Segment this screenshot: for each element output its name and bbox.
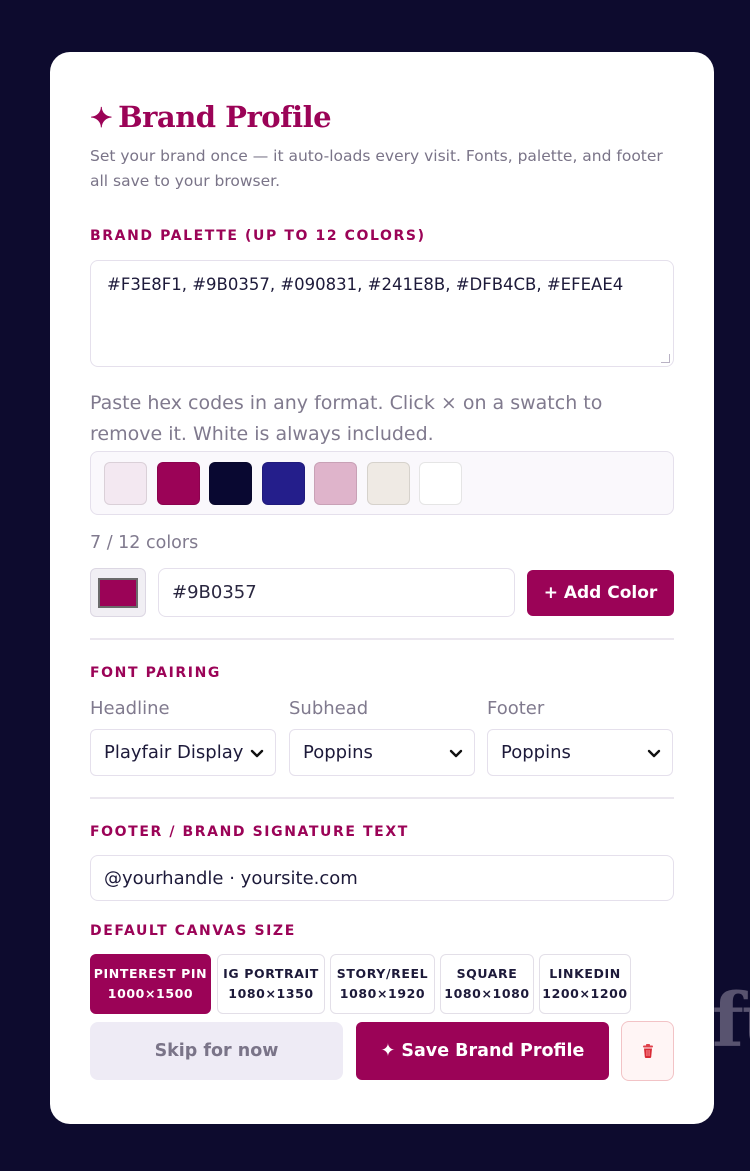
headline-font-value: Playfair Display	[104, 742, 244, 763]
canvas-size-option[interactable]: PINTEREST PIN 1000×1500	[90, 954, 211, 1014]
chevron-down-icon	[250, 749, 264, 757]
sparkle-icon: ✦	[90, 103, 113, 134]
canvas-size-option[interactable]: STORY/REEL 1080×1920	[330, 954, 435, 1014]
canvas-size-dimensions: 1080×1080	[444, 986, 530, 1001]
page-description: Set your brand once — it auto-loads ever…	[90, 147, 663, 190]
chevron-down-icon	[647, 749, 661, 757]
canvas-size-name: LINKEDIN	[549, 966, 621, 981]
subhead-font-value: Poppins	[303, 742, 373, 763]
resize-handle-icon[interactable]	[661, 354, 670, 363]
canvas-size-name: STORY/REEL	[336, 966, 429, 981]
page-title: ✦ Brand Profile	[90, 100, 332, 134]
canvas-size-dimensions: 1200×1200	[542, 986, 628, 1001]
subhead-font-select[interactable]: Poppins	[289, 729, 475, 776]
font-section-label: FONT PAIRING	[90, 665, 222, 681]
canvas-size-dimensions: 1080×1350	[228, 986, 314, 1001]
footer-font-value: Poppins	[501, 742, 571, 763]
brand-profile-card: ✦ Brand Profile Set your brand once — it …	[50, 52, 714, 1124]
palette-textarea-value: #F3E8F1, #9B0357, #090831, #241E8B, #DFB…	[107, 275, 624, 294]
color-picker-chip	[98, 577, 138, 608]
hex-input-value: #9B0357	[172, 582, 257, 603]
palette-section-label: BRAND PALETTE (UP TO 12 COLORS)	[90, 228, 426, 244]
canvas-size-name: IG PORTRAIT	[223, 966, 319, 981]
color-picker[interactable]	[90, 568, 146, 617]
add-color-button[interactable]: + Add Color	[527, 570, 674, 616]
palette-swatch[interactable]	[314, 461, 357, 505]
hex-input[interactable]: #9B0357	[158, 568, 515, 617]
swatch-row	[90, 451, 674, 515]
save-brand-profile-button[interactable]: ✦ Save Brand Profile	[356, 1022, 609, 1080]
footer-font-select[interactable]: Poppins	[487, 729, 673, 776]
footer-font-label: Footer	[487, 698, 545, 719]
palette-swatch[interactable]	[261, 461, 305, 505]
footer-text-input[interactable]: @yourhandle · yoursite.com	[90, 855, 674, 901]
delete-profile-button[interactable]	[621, 1021, 674, 1081]
palette-textarea[interactable]: #F3E8F1, #9B0357, #090831, #241E8B, #DFB…	[90, 260, 674, 367]
divider	[90, 638, 674, 640]
canvas-size-option[interactable]: SQUARE 1080×1080	[440, 954, 534, 1014]
palette-swatch[interactable]	[209, 461, 252, 505]
palette-hint: Paste hex codes in any format. Click × o…	[90, 392, 603, 445]
skip-button[interactable]: Skip for now	[90, 1022, 343, 1080]
trash-icon	[642, 1044, 653, 1058]
headline-label: Headline	[90, 698, 170, 719]
canvas-size-name: SQUARE	[456, 966, 518, 981]
background-watermark-text: fu	[712, 978, 750, 1064]
palette-swatch[interactable]	[419, 461, 462, 505]
headline-font-select[interactable]: Playfair Display	[90, 729, 276, 776]
footer-text-value: @yourhandle · yoursite.com	[104, 867, 358, 889]
divider	[90, 797, 674, 799]
canvas-size-option[interactable]: IG PORTRAIT 1080×1350	[217, 954, 325, 1014]
subhead-label: Subhead	[289, 698, 369, 719]
chevron-down-icon	[449, 749, 463, 757]
page-title-text: Brand Profile	[118, 100, 332, 134]
palette-swatch[interactable]	[104, 461, 147, 505]
palette-swatch[interactable]	[366, 461, 410, 505]
palette-swatch[interactable]	[156, 461, 200, 505]
footer-text-section-label: FOOTER / BRAND SIGNATURE TEXT	[90, 824, 409, 840]
canvas-size-name: PINTEREST PIN	[93, 966, 208, 981]
canvas-size-option[interactable]: LINKEDIN 1200×1200	[539, 954, 631, 1014]
canvas-size-dimensions: 1000×1500	[107, 986, 194, 1001]
color-count: 7 / 12 colors	[90, 533, 199, 553]
canvas-size-section-label: DEFAULT CANVAS SIZE	[90, 923, 296, 939]
canvas-size-dimensions: 1080×1920	[339, 986, 426, 1001]
